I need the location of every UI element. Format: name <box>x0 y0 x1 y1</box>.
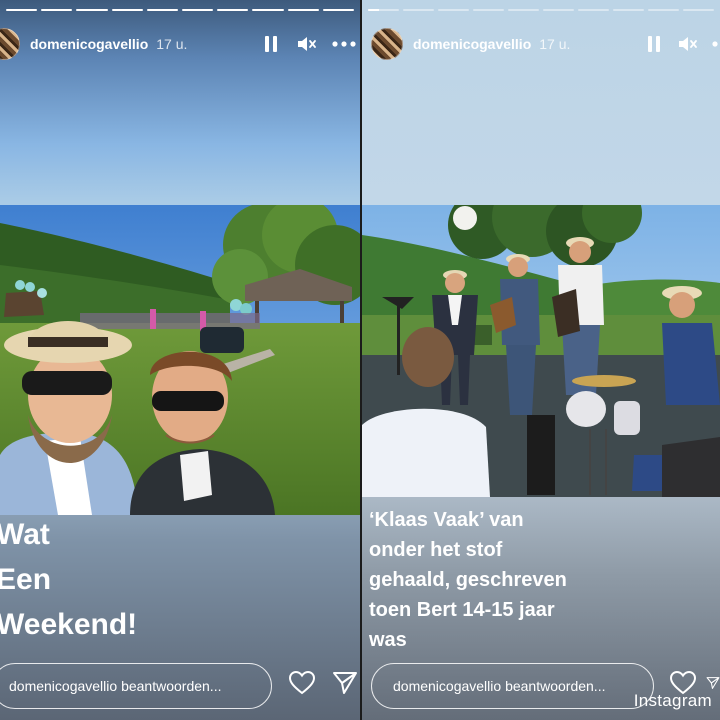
story-header: domenicogavellio 17 u. <box>0 27 360 61</box>
reply-input[interactable]: domenicogavellio beantwoorden... <box>371 663 654 709</box>
story-panel-right[interactable]: domenicogavellio 17 u. ‘Klaas Vaak’ van … <box>362 0 720 720</box>
caption-line: ‘Klaas Vaak’ van <box>369 509 524 531</box>
mute-icon[interactable] <box>297 35 317 53</box>
mute-icon[interactable] <box>678 35 698 53</box>
avatar[interactable] <box>0 28 20 60</box>
more-icon[interactable] <box>332 41 356 47</box>
reply-input[interactable]: domenicogavellio beantwoorden... <box>0 663 272 709</box>
caption-line: was <box>369 629 407 651</box>
story-photo-selfie <box>0 205 360 515</box>
caption-line: gehaald, geschreven <box>369 569 567 591</box>
caption-line: toen Bert 14-15 jaar <box>369 599 555 621</box>
username[interactable]: domenicogavellio <box>30 36 148 52</box>
avatar[interactable] <box>371 28 403 60</box>
caption-line: onder het stof <box>369 539 503 561</box>
pause-icon[interactable] <box>647 36 661 52</box>
story-caption: Wat Een Weekend! <box>0 512 137 647</box>
story-panel-left[interactable]: domenicogavellio 17 u. Wat Een Weekend! … <box>0 0 360 720</box>
story-photo-band <box>362 205 720 515</box>
instagram-watermark: Instagram <box>633 691 712 710</box>
send-icon[interactable] <box>330 668 360 698</box>
more-icon[interactable] <box>712 41 720 47</box>
caption-line: Een <box>0 563 52 596</box>
story-progress-bar <box>368 9 714 11</box>
username[interactable]: domenicogavellio <box>413 36 531 52</box>
post-time: 17 u. <box>156 36 188 52</box>
story-caption: ‘Klaas Vaak’ van onder het stof gehaald,… <box>369 505 709 655</box>
story-header: domenicogavellio 17 u. <box>362 27 720 61</box>
caption-line: Weekend! <box>0 608 138 641</box>
heart-icon[interactable] <box>287 668 317 698</box>
story-progress-bar <box>6 9 355 11</box>
caption-line: Wat <box>0 518 50 551</box>
post-time: 17 u. <box>539 36 571 52</box>
pause-icon[interactable] <box>264 36 278 52</box>
